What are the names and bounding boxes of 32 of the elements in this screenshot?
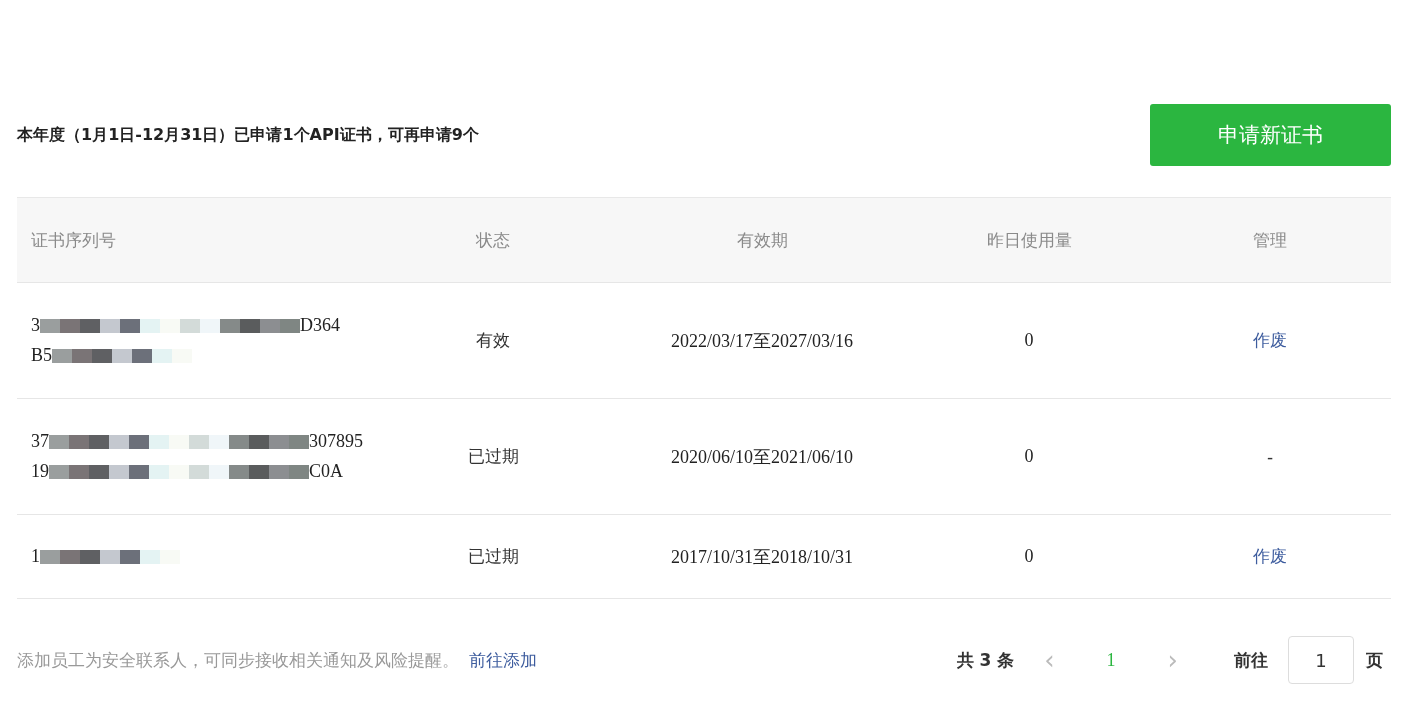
column-header: 昨日使用量 xyxy=(985,228,1073,252)
column-header: 证书序列号 xyxy=(30,228,117,252)
status-cell-text: 已过期 xyxy=(466,445,520,468)
column-header: 状态 xyxy=(475,228,511,252)
serial-fragment: 19 xyxy=(31,461,49,482)
security-contact-note: 添加员工为安全联系人，可同步接收相关通知及风险提醒。 xyxy=(17,648,459,672)
quota-summary: 本年度（1月1日-12月31日）已申请1个API证书，可再申请9个 xyxy=(17,124,479,146)
usage-cell-text: 0 xyxy=(1023,546,1035,567)
add-contact-link[interactable]: 前往添加 xyxy=(469,648,537,672)
serial-fragment: D364 xyxy=(300,315,340,336)
revoke-link[interactable]: 作废 xyxy=(1253,330,1287,350)
empty-action: - xyxy=(1266,446,1274,467)
serial-fragment: 3 xyxy=(31,315,40,336)
page-suffix: 页 xyxy=(1366,648,1383,672)
page-input-field[interactable]: 1 xyxy=(1288,636,1354,684)
column-header: 有效期 xyxy=(735,228,789,252)
revoke-link[interactable]: 作废 xyxy=(1253,546,1287,566)
total-count: 共 3 条 xyxy=(956,648,1015,672)
validity-cell-text: 2022/03/17至2027/03/16 xyxy=(670,329,854,353)
goto-label: 前往 xyxy=(1234,648,1268,672)
serial-fragment: B5 xyxy=(31,345,52,366)
usage-cell-text: 0 xyxy=(1023,330,1035,351)
serial-fragment: 307895 xyxy=(309,431,363,452)
status-cell-text: 已过期 xyxy=(466,545,520,568)
validity-cell-text: 2020/06/10至2021/06/10 xyxy=(670,445,854,469)
serial-fragment: 1 xyxy=(31,546,40,567)
validity-cell-text: 2017/10/31至2018/10/31 xyxy=(670,545,854,569)
column-header: 管理 xyxy=(1252,228,1288,252)
serial-fragment: 37 xyxy=(31,431,49,452)
serial-fragment: C0A xyxy=(309,461,343,482)
usage-cell-text: 0 xyxy=(1023,446,1035,467)
status-cell-text: 有效 xyxy=(475,329,511,352)
